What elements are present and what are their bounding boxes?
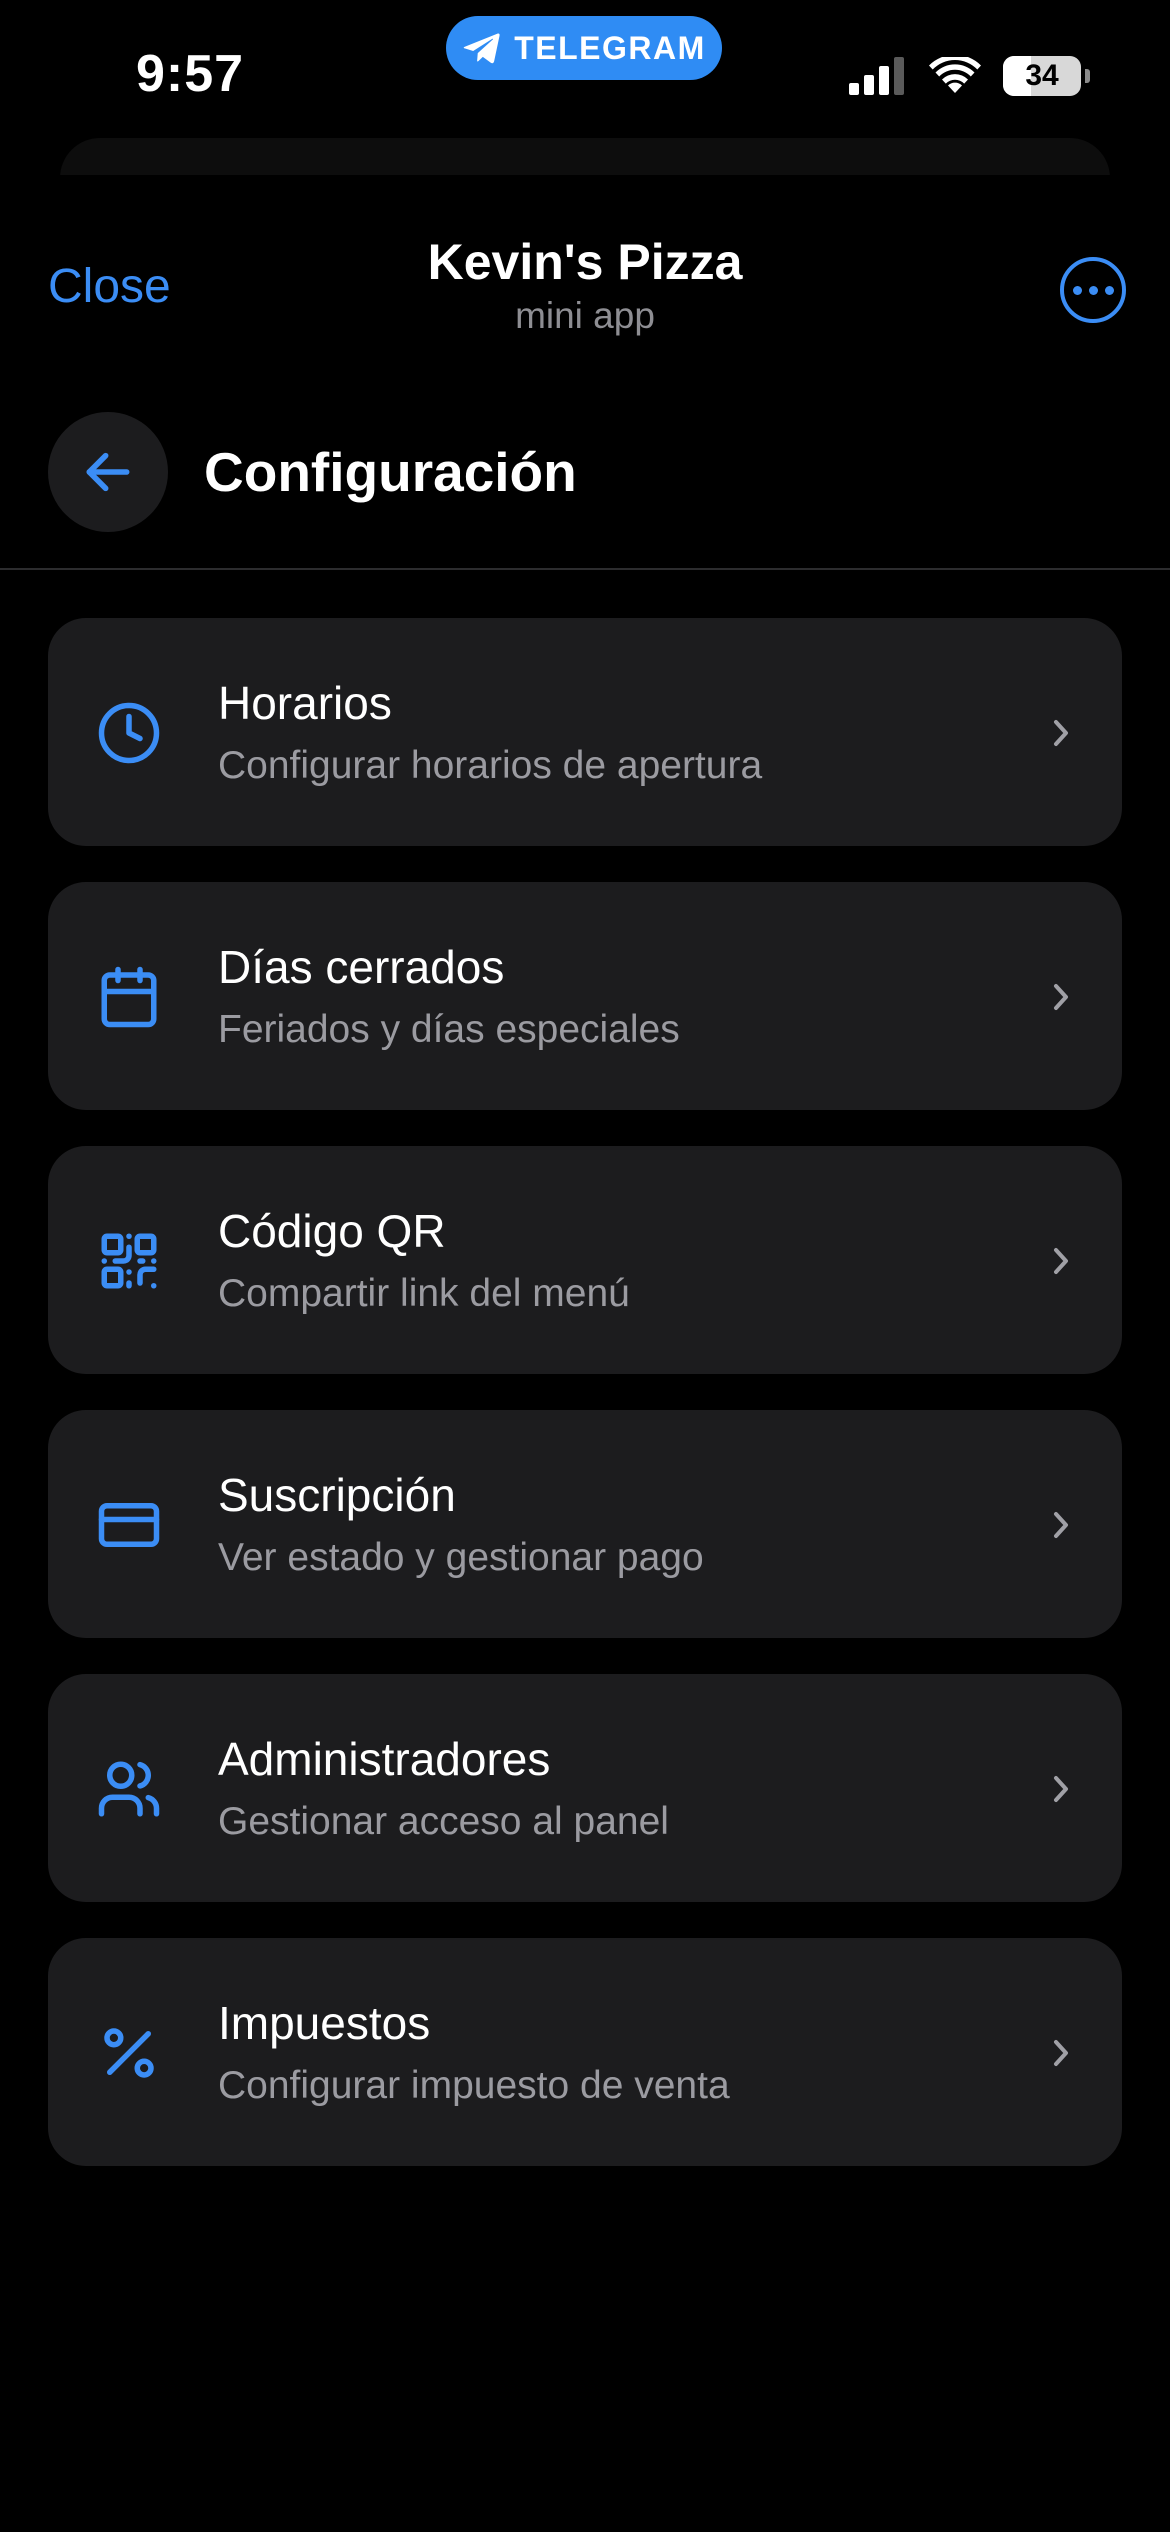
- chevron-right-icon: [1054, 720, 1068, 746]
- calendar-icon: [101, 966, 157, 1028]
- mini-app-screen: 9:57 TELEGRAM 34 Close Kevin's Pizza min…: [0, 0, 1170, 2532]
- page-title: Configuración: [204, 441, 577, 503]
- chevron-right-icon: [1054, 984, 1068, 1010]
- settings-item-dias-cerrados[interactable]: Días cerrados Feriados y días especiales: [48, 882, 1122, 1110]
- chevron-right-icon: [1054, 1512, 1068, 1538]
- item-title: Impuestos: [218, 1997, 431, 2049]
- telegram-label: TELEGRAM: [514, 29, 706, 66]
- cellular-signal-icon: [849, 57, 904, 95]
- qr-code-icon: [101, 1233, 157, 1289]
- item-title: Suscripción: [218, 1469, 456, 1521]
- back-button[interactable]: [48, 412, 168, 532]
- chevron-right-icon: [1054, 2040, 1068, 2066]
- battery-indicator: 34: [1003, 56, 1081, 96]
- more-options-button[interactable]: [1060, 257, 1126, 323]
- mini-app-header: Close Kevin's Pizza mini app: [0, 175, 1170, 355]
- header-divider: [0, 568, 1170, 570]
- settings-item-codigo-qr[interactable]: Código QR Compartir link del menú: [48, 1146, 1122, 1374]
- battery-cap: [1085, 69, 1090, 83]
- item-subtitle: Ver estado y gestionar pago: [218, 1536, 704, 1579]
- settings-item-impuestos[interactable]: Impuestos Configurar impuesto de venta: [48, 1938, 1122, 2166]
- item-subtitle: Configurar horarios de apertura: [218, 744, 763, 787]
- wifi-icon: [929, 57, 981, 93]
- battery-level: 34: [1025, 59, 1059, 92]
- item-subtitle: Gestionar acceso al panel: [218, 1800, 669, 1843]
- settings-item-administradores[interactable]: Administradores Gestionar acceso al pane…: [48, 1674, 1122, 1902]
- item-title: Días cerrados: [218, 941, 505, 993]
- item-subtitle: Compartir link del menú: [218, 1272, 630, 1315]
- settings-list: Horarios Configurar horarios de apertura…: [48, 618, 1122, 2202]
- percent-icon: [104, 2028, 154, 2078]
- chevron-right-icon: [1054, 1248, 1068, 1274]
- more-dot: [1104, 285, 1114, 295]
- telegram-return-pill[interactable]: TELEGRAM: [446, 16, 722, 80]
- page-header: Configuración: [0, 410, 1170, 570]
- app-title: Kevin's Pizza: [427, 234, 743, 290]
- credit-card-icon: [98, 1503, 160, 1547]
- users-icon: [98, 1761, 160, 1817]
- arrow-left-icon: [86, 452, 130, 492]
- more-dot: [1072, 285, 1082, 295]
- status-indicators: 34: [849, 52, 1090, 100]
- telegram-plane-icon: [463, 33, 500, 64]
- more-dot: [1088, 285, 1098, 295]
- item-subtitle: Configurar impuesto de venta: [218, 2064, 730, 2107]
- chevron-right-icon: [1054, 1776, 1068, 1802]
- item-subtitle: Feriados y días especiales: [218, 1008, 680, 1051]
- background-sheet-edge: [60, 138, 1110, 178]
- app-subtitle: mini app: [515, 295, 655, 336]
- settings-item-suscripcion[interactable]: Suscripción Ver estado y gestionar pago: [48, 1410, 1122, 1638]
- status-bar: 9:57 TELEGRAM 34: [0, 0, 1170, 150]
- status-time: 9:57: [136, 45, 245, 103]
- clock-icon: [98, 702, 160, 764]
- item-title: Horarios: [218, 677, 392, 729]
- item-title: Código QR: [218, 1205, 446, 1257]
- settings-item-horarios[interactable]: Horarios Configurar horarios de apertura: [48, 618, 1122, 846]
- item-title: Administradores: [218, 1733, 551, 1785]
